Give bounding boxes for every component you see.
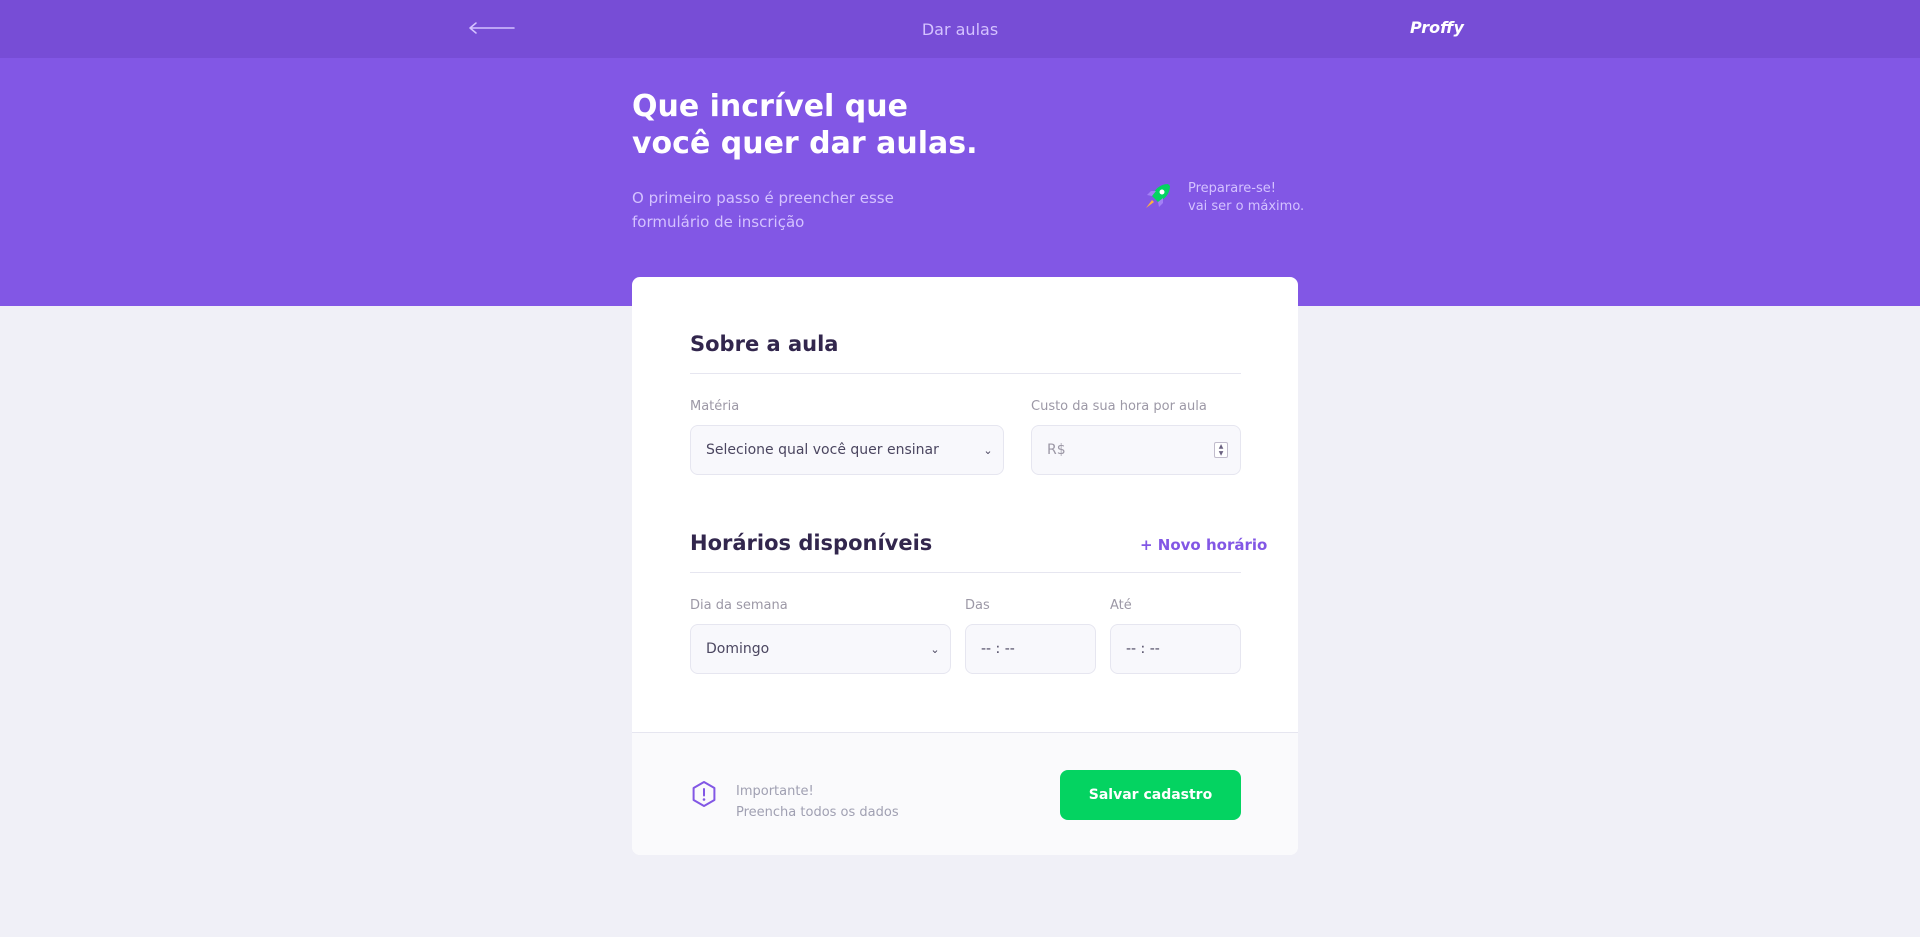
weekday-select[interactable]: Domingo ⌄ [690, 624, 951, 674]
rocket-icon [1142, 180, 1174, 212]
weekday-select-value: Domingo [706, 641, 770, 657]
warning-icon [690, 780, 718, 808]
subject-label: Matéria [690, 399, 740, 414]
cost-label: Custo da sua hora por aula [1031, 399, 1207, 414]
form-card: Sobre a aula Matéria Selecione qual você… [632, 277, 1298, 855]
about-section-title: Sobre a aula [690, 332, 839, 356]
to-time-input[interactable]: -- : -- [1110, 624, 1241, 674]
tip-line2: vai ser o máximo. [1188, 199, 1305, 214]
about-divider [690, 373, 1241, 374]
from-time-input[interactable]: -- : -- [965, 624, 1096, 674]
form-footer: Importante! Preencha todos os dados Salv… [632, 732, 1298, 855]
top-bar: Dar aulas Proffy [0, 0, 1920, 58]
cost-input-placeholder: R$ [1047, 442, 1066, 458]
hero-title: Que incrível que você quer dar aulas. [632, 88, 992, 162]
cost-input[interactable]: R$ ▲ ▼ [1031, 425, 1241, 475]
hero-description-line1: O primeiro passo é preencher esse [632, 189, 894, 207]
hero-tip: Preparare-se! vai ser o máximo. [1188, 180, 1304, 216]
from-time-value: -- : -- [981, 641, 1015, 657]
brand-logo: Proffy [1410, 18, 1464, 37]
warning-message: Importante! Preencha todos os dados [736, 781, 899, 823]
schedule-divider [690, 572, 1241, 573]
warning-title: Importante! [736, 784, 814, 799]
schedule-section-title: Horários disponíveis [690, 531, 933, 555]
chevron-down-icon: ⌄ [930, 642, 940, 656]
hero-description: O primeiro passo é preencher esse formul… [632, 186, 952, 234]
save-button[interactable]: Salvar cadastro [1060, 770, 1241, 820]
to-time-value: -- : -- [1126, 641, 1160, 657]
from-label: Das [965, 598, 990, 613]
hero-title-line1: Que incrível que [632, 89, 908, 124]
new-schedule-button[interactable]: + Novo horário [1140, 536, 1267, 554]
number-stepper-icon[interactable]: ▲ ▼ [1214, 442, 1228, 458]
chevron-down-icon: ⌄ [983, 443, 993, 457]
hero-title-line2: você quer dar aulas. [632, 126, 978, 161]
tip-line1: Preparare-se! [1188, 181, 1276, 196]
hero-description-line2: formulário de inscrição [632, 213, 805, 231]
weekday-label: Dia da semana [690, 598, 788, 613]
warning-text: Preencha todos os dados [736, 805, 899, 820]
to-label: Até [1110, 598, 1132, 613]
subject-select-value: Selecione qual você quer ensinar [706, 442, 939, 458]
page-title: Dar aulas [921, 20, 999, 39]
subject-select[interactable]: Selecione qual você quer ensinar ⌄ [690, 425, 1004, 475]
